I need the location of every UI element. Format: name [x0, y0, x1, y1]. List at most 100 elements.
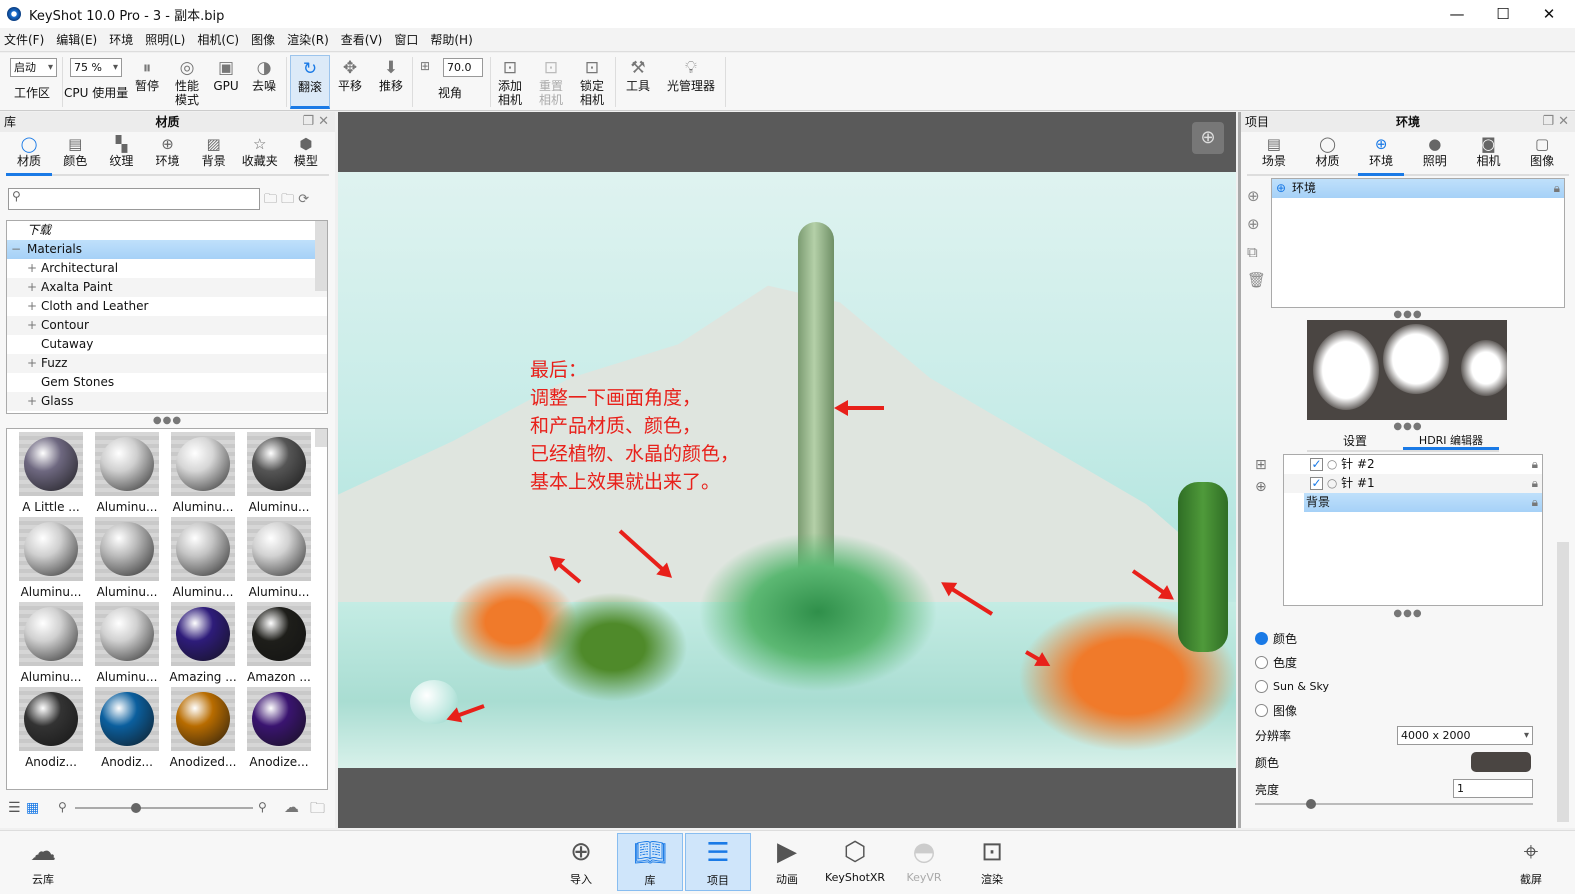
- expand-icon[interactable]: +: [27, 259, 37, 278]
- resolution-select[interactable]: 4000 x 2000: [1397, 726, 1533, 745]
- pin-item[interactable]: ✓ ○ 针 #2🔒︎: [1284, 455, 1542, 474]
- tab-camera[interactable]: ◙相机: [1465, 132, 1511, 174]
- brightness-slider[interactable]: [1255, 803, 1533, 805]
- lock-icon[interactable]: 🔒︎: [1532, 474, 1538, 493]
- folder-actions[interactable]: 🗀︎ 🗀︎ ⟳: [264, 190, 309, 212]
- import-button[interactable]: ⊕导入: [548, 833, 614, 891]
- background-item[interactable]: 背景🔒︎: [1304, 493, 1542, 512]
- material-thumbnail[interactable]: Aluminu...: [241, 432, 317, 517]
- duplicate-environment-icon[interactable]: ⊕: [1247, 182, 1267, 210]
- cloud-upload-icon[interactable]: ☁: [284, 798, 299, 816]
- tree-item[interactable]: 下载: [7, 221, 327, 240]
- color-swatch[interactable]: [1471, 752, 1531, 772]
- cpu-usage-select[interactable]: 75 %: [70, 58, 122, 77]
- dolly-button[interactable]: ⬇推移: [377, 57, 405, 93]
- denoise-button[interactable]: ◑去噪: [249, 57, 279, 93]
- menu-render[interactable]: 渲染(R): [287, 31, 329, 48]
- expand-icon[interactable]: +: [27, 278, 37, 297]
- tab-backplates[interactable]: ▨背景: [191, 132, 237, 174]
- tumble-button[interactable]: ↻翻滚: [290, 55, 330, 109]
- material-thumbnail[interactable]: Aluminu...: [89, 602, 165, 687]
- screenshot-button[interactable]: ⌖截屏: [1498, 833, 1564, 891]
- splitter-handle[interactable]: ●●●: [1241, 609, 1575, 621]
- environment-globe-icon[interactable]: ⊕: [1192, 122, 1224, 154]
- grid-view-icon[interactable]: ▦: [26, 800, 39, 816]
- radio-sun-sky[interactable]: Sun & Sky: [1255, 674, 1535, 698]
- tree-scrollbar[interactable]: [315, 221, 327, 291]
- lock-icon[interactable]: 🔒︎: [1554, 179, 1560, 198]
- radio-image[interactable]: 图像: [1255, 698, 1535, 722]
- animation-button[interactable]: ▶动画: [754, 833, 820, 891]
- checkbox-checked[interactable]: ✓: [1310, 477, 1323, 490]
- material-thumbnail[interactable]: Amazing ...: [165, 602, 241, 687]
- minimize-button[interactable]: —: [1434, 0, 1480, 28]
- tab-colors[interactable]: ▤颜色: [52, 132, 98, 174]
- tab-scene[interactable]: ▤场景: [1251, 132, 1297, 174]
- render-button[interactable]: ⊡渲染: [959, 833, 1025, 891]
- tree-item[interactable]: +Architectural: [7, 259, 327, 278]
- tab-material[interactable]: ◯材质: [1304, 132, 1350, 174]
- float-close-icons[interactable]: ❐ ✕: [302, 112, 329, 132]
- tree-item[interactable]: −Materials: [7, 240, 327, 259]
- keyshotxr-button[interactable]: ⬡KeyShotXR: [822, 833, 888, 891]
- material-thumbnail[interactable]: Aluminu...: [13, 602, 89, 687]
- radio-gradient[interactable]: 色度: [1255, 650, 1535, 674]
- cloud-library-button[interactable]: ☁云库: [10, 833, 76, 891]
- add-pin-icon[interactable]: ⊞: [1255, 454, 1267, 476]
- menu-view[interactable]: 查看(V): [341, 31, 383, 48]
- tree-item[interactable]: +Fuzz: [7, 354, 327, 373]
- render-viewport[interactable]: ⊕ 最后： 调整一下画面角度， 和产品材质、颜色， 已经植物、水晶的颜色， 基本…: [338, 112, 1236, 828]
- tree-item[interactable]: +Contour: [7, 316, 327, 335]
- radio-icon[interactable]: ○: [1327, 476, 1337, 490]
- library-button[interactable]: 📖︎库: [617, 833, 683, 891]
- menu-image[interactable]: 图像: [251, 31, 275, 48]
- tab-lighting[interactable]: ●照明: [1412, 132, 1458, 174]
- tree-item[interactable]: Cutaway: [7, 335, 327, 354]
- material-thumbnail[interactable]: Anodize...: [241, 687, 317, 772]
- reset-camera-button[interactable]: ⊡重置 相机: [537, 57, 565, 107]
- fov-input[interactable]: 70.0: [443, 58, 483, 77]
- workspace-select[interactable]: 启动: [10, 58, 57, 77]
- add-environment-icon[interactable]: ⊕: [1247, 210, 1267, 238]
- tab-materials[interactable]: ◯材质: [6, 132, 52, 176]
- collapse-icon[interactable]: −: [11, 240, 21, 259]
- brightness-input[interactable]: 1: [1453, 779, 1533, 798]
- keyvr-button[interactable]: ◓KeyVR: [891, 833, 957, 891]
- menu-lighting[interactable]: 照明(L): [145, 31, 185, 48]
- material-thumbnail[interactable]: Aluminu...: [89, 432, 165, 517]
- folder-export-icon[interactable]: 🗀︎: [310, 798, 325, 823]
- tab-favorites[interactable]: ☆收藏夹: [237, 132, 283, 174]
- tab-models[interactable]: ⬢模型: [283, 132, 329, 174]
- tree-item[interactable]: +Glass: [7, 392, 327, 411]
- copy-environment-icon[interactable]: ⧉: [1247, 238, 1267, 266]
- material-thumbnail[interactable]: Aluminu...: [165, 432, 241, 517]
- expand-icon[interactable]: +: [27, 392, 37, 411]
- target-icon[interactable]: ⊕: [1255, 476, 1267, 498]
- radio-icon[interactable]: ○: [1327, 457, 1337, 471]
- menu-window[interactable]: 窗口: [394, 31, 418, 48]
- lock-icon[interactable]: 🔒︎: [1532, 493, 1538, 512]
- checkbox-checked[interactable]: ✓: [1310, 458, 1323, 471]
- menu-help[interactable]: 帮助(H): [430, 31, 472, 48]
- material-thumbnail[interactable]: Aluminu...: [165, 517, 241, 602]
- add-camera-button[interactable]: ⊡添加 相机: [496, 57, 524, 107]
- material-thumbnail[interactable]: Aluminu...: [89, 517, 165, 602]
- lock-camera-button[interactable]: ⊡锁定 相机: [578, 57, 606, 107]
- list-view-icon[interactable]: ☰: [8, 800, 21, 816]
- environment-item[interactable]: ⊕环境🔒︎: [1272, 179, 1564, 198]
- pan-button[interactable]: ✥平移: [336, 57, 364, 93]
- expand-icon[interactable]: +: [27, 316, 37, 335]
- tree-item[interactable]: +Axalta Paint: [7, 278, 327, 297]
- expand-icon[interactable]: +: [27, 354, 37, 373]
- tab-environments[interactable]: ⊕环境: [144, 132, 190, 174]
- material-thumbnail[interactable]: A Little ...: [13, 432, 89, 517]
- pin-item[interactable]: ✓ ○ 针 #1🔒︎: [1284, 474, 1542, 493]
- trash-icon[interactable]: 🗑︎: [1247, 266, 1267, 294]
- project-button[interactable]: ☰项目: [685, 833, 751, 891]
- performance-mode-button[interactable]: ◎性能 模式: [172, 57, 202, 107]
- tab-environment[interactable]: ⊕环境: [1358, 132, 1404, 176]
- panel-scrollbar[interactable]: [1557, 542, 1569, 822]
- tab-hdri-editor[interactable]: HDRI 编辑器: [1403, 432, 1499, 450]
- tree-item[interactable]: Gem Stones: [7, 373, 327, 392]
- material-thumbnail[interactable]: Anodiz...: [13, 687, 89, 772]
